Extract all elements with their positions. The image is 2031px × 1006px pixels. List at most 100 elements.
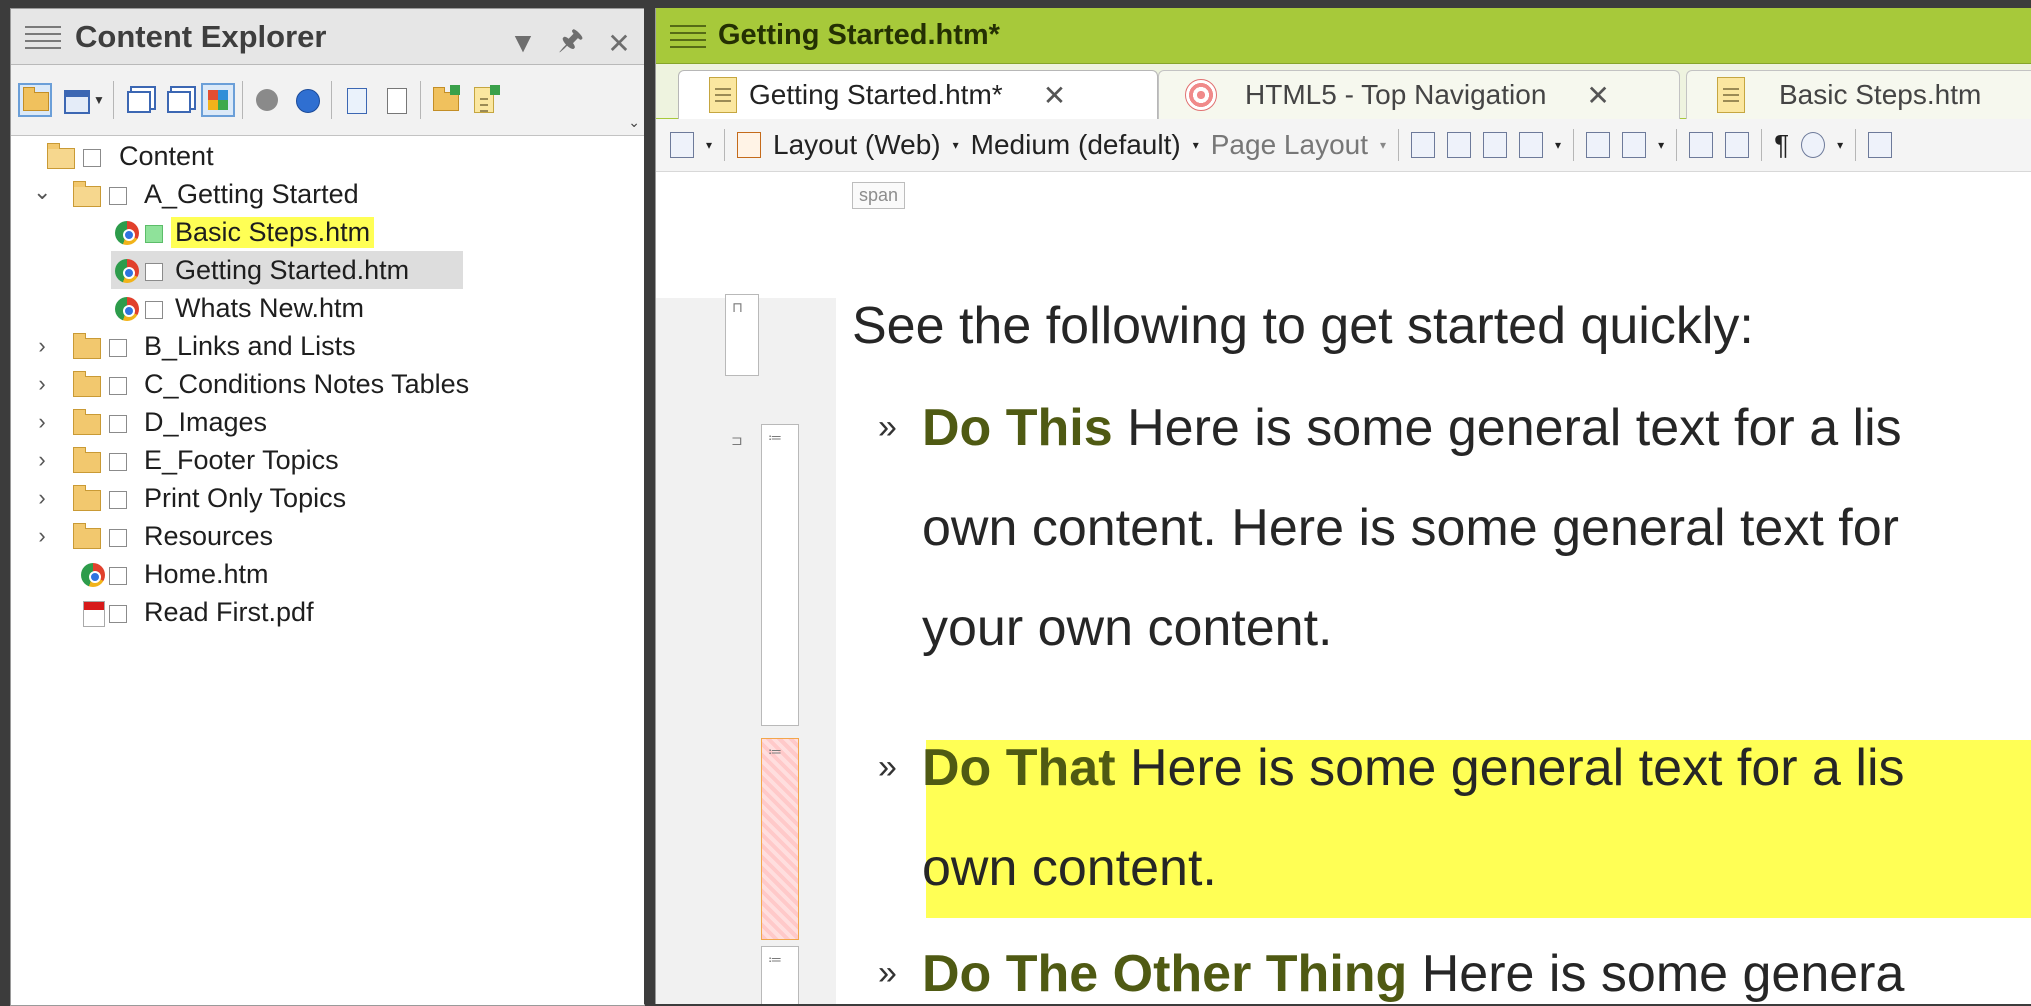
span-tag-marker[interactable]: span <box>852 182 906 209</box>
checkbox[interactable] <box>109 187 127 205</box>
folder-icon[interactable] <box>18 83 52 117</box>
style-picker-icon[interactable] <box>737 132 762 158</box>
list-item-structure-bar[interactable]: ≔ <box>761 946 799 1004</box>
close-icon[interactable]: ✕ <box>604 27 634 60</box>
tree-node-read-first[interactable]: Read First.pdf <box>11 593 644 631</box>
chevron-right-icon[interactable]: › <box>33 373 51 395</box>
pin-icon[interactable]: 🖈 <box>556 19 586 67</box>
view-icon[interactable] <box>60 85 90 115</box>
checkbox[interactable] <box>109 529 127 547</box>
chevron-right-icon[interactable]: › <box>33 525 51 547</box>
checkbox[interactable] <box>145 263 163 281</box>
show-conditions-icon[interactable] <box>1725 132 1750 158</box>
document-body[interactable]: See the following to get started quickly… <box>851 297 2031 1004</box>
checkbox[interactable] <box>109 605 127 623</box>
checkbox[interactable] <box>145 301 163 319</box>
show-xml-icon[interactable] <box>1586 132 1611 158</box>
checkbox[interactable] <box>109 567 127 585</box>
drag-grip-icon[interactable] <box>670 21 706 51</box>
chevron-right-icon[interactable]: › <box>33 335 51 357</box>
tree-node-a-getting-started[interactable]: ⌄ A_Getting Started <box>11 175 644 213</box>
tree-node-basic-steps[interactable]: Basic Steps.htm <box>11 213 644 251</box>
checkbox[interactable] <box>109 339 127 357</box>
tree-node-label: D_Images <box>144 406 268 437</box>
duplicate-icon[interactable] <box>163 85 193 115</box>
pane-splitter[interactable] <box>644 0 654 1004</box>
tree-node-content[interactable]: Content <box>11 137 644 175</box>
layout-dropdown[interactable]: Layout (Web) <box>773 129 941 161</box>
tree-node-label: C_Conditions Notes Tables <box>144 368 470 399</box>
tree-node-e-footer-topics[interactable]: › E_Footer Topics <box>11 441 644 479</box>
preview-dropdown-arrow-icon[interactable]: ▾ <box>706 138 712 152</box>
checkbox[interactable] <box>83 149 101 167</box>
tab-html5-top-navigation[interactable]: HTML5 - Top Navigation ✕ <box>1158 70 1680 119</box>
tree-node-whats-new[interactable]: Whats New.htm <box>11 289 644 327</box>
tree-node-getting-started[interactable]: Getting Started.htm <box>11 251 644 289</box>
import-icon[interactable] <box>341 85 371 115</box>
show-blocks-icon[interactable] <box>1447 132 1472 158</box>
checkbox[interactable] <box>109 377 127 395</box>
show-ids-icon[interactable] <box>1689 132 1714 158</box>
checkbox[interactable] <box>109 491 127 509</box>
view-dropdown-arrow-icon[interactable]: ▼ <box>93 93 105 107</box>
list-item-1-line-3: your own content. <box>922 599 1333 657</box>
show-attrs-icon[interactable] <box>1622 132 1647 158</box>
show-markers-icon[interactable] <box>1519 132 1544 158</box>
list-item-2-text: Here is some general text for a lis <box>1115 739 1905 797</box>
next-icon[interactable] <box>1868 132 1893 158</box>
checkbox[interactable] <box>145 225 163 243</box>
medium-dropdown-arrow-icon[interactable]: ▾ <box>1193 138 1199 152</box>
grid-view-icon[interactable] <box>200 83 235 117</box>
tree-node-print-only-topics[interactable]: › Print Only Topics <box>11 479 644 517</box>
tab-basic-steps[interactable]: Basic Steps.htm <box>1686 70 2031 119</box>
markers-dropdown-arrow-icon[interactable]: ▾ <box>1555 138 1561 152</box>
drag-grip-icon[interactable] <box>25 22 61 52</box>
checkbox[interactable] <box>109 415 127 433</box>
copy-icon[interactable] <box>123 85 153 115</box>
tree-node-resources[interactable]: › Resources <box>11 517 644 555</box>
content-explorer-titlebar: Content Explorer ▼ 🖈 ✕ <box>11 9 644 65</box>
layout-dropdown-arrow-icon[interactable]: ▾ <box>953 138 959 152</box>
tree-node-b-links-and-lists[interactable]: › B_Links and Lists <box>11 327 644 365</box>
list-item-1-line-1: Do This Here is some general text for a … <box>922 398 1902 458</box>
folder-icon <box>73 371 101 397</box>
list-item-structure-bar[interactable]: ≔ <box>761 424 799 726</box>
structure-bar[interactable]: ⊓ <box>725 294 759 376</box>
show-tags-icon[interactable] <box>1411 132 1436 158</box>
list-structure-bar[interactable]: ⊐ <box>725 428 757 528</box>
page-layout-dropdown[interactable]: Page Layout <box>1211 129 1368 161</box>
close-tab-icon[interactable]: ✕ <box>1586 79 1609 112</box>
topic-doc-icon <box>1717 77 1745 113</box>
view-eye-icon[interactable] <box>1801 132 1826 158</box>
chevron-down-icon[interactable]: ⌄ <box>33 181 51 203</box>
content-explorer-toolbar: ▼ ⌄ <box>11 65 644 136</box>
new-topic-icon[interactable] <box>470 85 500 115</box>
refresh-icon[interactable] <box>292 85 322 115</box>
close-tab-icon[interactable]: ✕ <box>1043 79 1066 112</box>
pane-menu-icon[interactable]: ▼ <box>508 27 538 59</box>
editor-window-title: Getting Started.htm* <box>718 19 1000 51</box>
show-spans-icon[interactable] <box>1483 132 1508 158</box>
gear-icon[interactable] <box>252 85 282 115</box>
topic-doc-icon <box>709 77 737 113</box>
chevron-right-icon[interactable]: › <box>33 411 51 433</box>
tree-node-label: Content <box>119 140 214 171</box>
new-folder-icon[interactable] <box>430 85 460 115</box>
preview-icon[interactable] <box>670 132 694 158</box>
chevron-right-icon[interactable]: › <box>33 449 51 471</box>
tree-node-c-conditions[interactable]: › C_Conditions Notes Tables <box>11 365 644 403</box>
tree-node-d-images[interactable]: › D_Images <box>11 403 644 441</box>
eye-dropdown-arrow-icon[interactable]: ▾ <box>1837 138 1843 152</box>
attrs-dropdown-arrow-icon[interactable]: ▾ <box>1658 138 1664 152</box>
chevron-right-icon[interactable]: › <box>33 487 51 509</box>
page-layout-dropdown-arrow-icon[interactable]: ▾ <box>1380 138 1386 152</box>
tab-getting-started[interactable]: Getting Started.htm* ✕ <box>678 70 1158 119</box>
show-paragraph-marks-icon[interactable]: ¶ <box>1774 129 1789 161</box>
toolbar-overflow-icon[interactable]: ⌄ <box>628 114 640 131</box>
find-icon[interactable] <box>381 85 411 115</box>
medium-dropdown[interactable]: Medium (default) <box>971 129 1181 161</box>
selected-list-item-structure-bar[interactable]: ≔ <box>761 738 799 940</box>
tree-node-label: Print Only Topics <box>144 482 347 513</box>
tree-node-home[interactable]: Home.htm <box>11 555 644 593</box>
checkbox[interactable] <box>109 453 127 471</box>
